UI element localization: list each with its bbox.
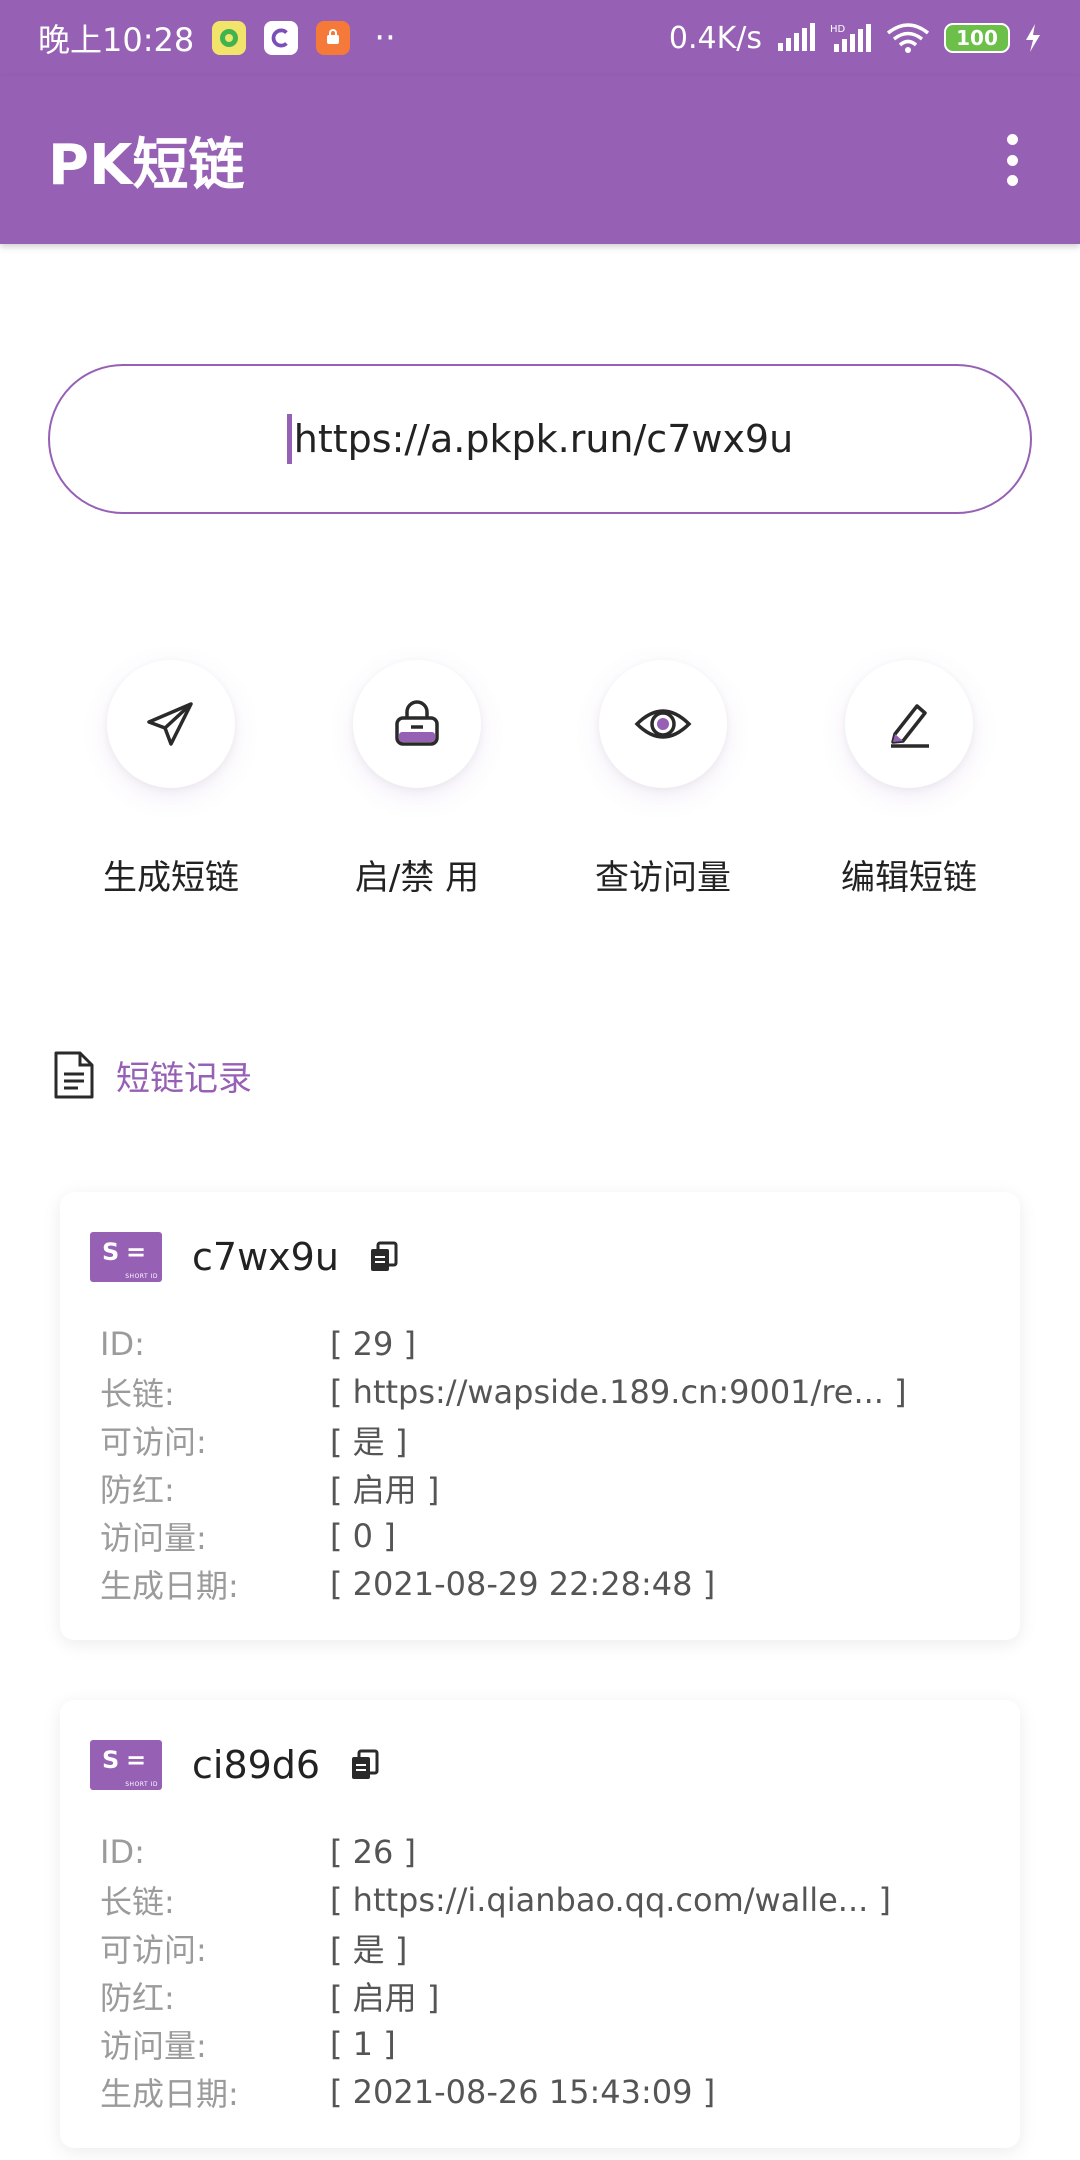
edit-short-link-button[interactable]: 编辑短链 (809, 660, 1009, 899)
more-dot-icon (1006, 175, 1018, 186)
field-label: 访问量: (100, 1519, 207, 1557)
field-row-visits: 访问量: [ 0 ] (100, 1512, 1000, 1560)
view-visits-button[interactable]: 查访问量 (563, 660, 763, 899)
field-label: 防红: (100, 1979, 175, 2017)
short-id-badge-icon: S = SHORT ID (90, 1232, 162, 1282)
url-input[interactable]: https://a.pkpk.run/c7wx9u (48, 364, 1032, 514)
record-card-header: S = SHORT ID c7wx9u (90, 1232, 399, 1282)
battery-indicator: 100 (944, 23, 1010, 53)
pencil-icon (891, 704, 929, 748)
app-notification-icon (212, 21, 247, 55)
field-value: [ 2021-08-29 22:28:48 ] (330, 1565, 716, 1603)
field-row-created: 生成日期: [ 2021-08-29 22:28:48 ] (100, 1560, 1000, 1608)
short-code: c7wx9u (192, 1235, 339, 1279)
field-label: 可访问: (100, 1931, 207, 1969)
field-row-id: ID: [ 29 ] (100, 1320, 1000, 1368)
field-label: 访问量: (100, 2027, 207, 2065)
field-label: 长链: (100, 1883, 175, 1921)
field-row-id: ID: [ 26 ] (100, 1828, 1000, 1876)
record-card[interactable]: S = SHORT ID c7wx9u ID: [ 29 ] 长链: [ https:/… (60, 1192, 1020, 1640)
field-row-created: 生成日期: [ 2021-08-26 15:43:09 ] (100, 2068, 1000, 2116)
action-label: 查访问量 (595, 858, 731, 898)
more-notifications-icon: ·· (374, 18, 396, 58)
toggle-enable-button[interactable]: 启/禁 用 (317, 660, 517, 899)
field-value: [ 是 ] (330, 1931, 408, 1969)
generate-short-link-button[interactable]: 生成短链 (71, 660, 271, 899)
field-label: 生成日期: (100, 2075, 239, 2113)
action-label: 启/禁 用 (354, 858, 480, 898)
copy-icon[interactable] (350, 1749, 380, 1781)
records-header: 短链记录 (52, 1050, 252, 1100)
short-id-badge-icon: S = SHORT ID (90, 1740, 162, 1790)
network-speed: 0.4K/s (668, 20, 762, 56)
svg-text:HD: HD (830, 24, 846, 35)
short-code: ci89d6 (192, 1743, 321, 1787)
eye-icon (634, 709, 692, 739)
field-value: [ 启用 ] (330, 1979, 440, 2017)
copy-icon[interactable] (369, 1241, 399, 1273)
record-fields: ID: [ 29 ] 长链: [ https://wapside.189.cn:90… (100, 1320, 1000, 1608)
field-value: [ 0 ] (330, 1517, 396, 1555)
record-card-header: S = SHORT ID ci89d6 (90, 1740, 380, 1790)
app-bar: PK短链 (0, 76, 1080, 244)
field-row-accessible: 可访问: [ 是 ] (100, 1924, 1000, 1972)
field-value: [ 26 ] (330, 1833, 417, 1871)
field-row-anti-red: 防红: [ 启用 ] (100, 1464, 1000, 1512)
text-cursor (286, 414, 292, 464)
field-value: [ 是 ] (330, 1423, 408, 1461)
app-notification-icon (264, 21, 299, 55)
field-row-accessible: 可访问: [ 是 ] (100, 1416, 1000, 1464)
more-dot-icon (1006, 134, 1018, 145)
action-label: 编辑短链 (841, 858, 977, 898)
signal-icon (778, 23, 815, 51)
action-row: 生成短链 启/禁 用 查访问量 编辑短链 (0, 660, 1080, 910)
field-row-long-url: 长链: [ https://i.qianbao.qq.com/walle... ] (100, 1876, 1000, 1924)
field-label: 生成日期: (100, 1567, 239, 1605)
url-input-value: https://a.pkpk.run/c7wx9u (293, 417, 794, 461)
signal-hd-icon: HD (830, 24, 871, 52)
field-row-visits: 访问量: [ 1 ] (100, 2020, 1000, 2068)
app-notification-icon (316, 21, 351, 55)
field-row-anti-red: 防红: [ 启用 ] (100, 1972, 1000, 2020)
action-label: 生成短链 (103, 858, 239, 898)
paper-plane-icon (147, 702, 193, 746)
field-label: ID: (100, 1325, 145, 1363)
action-circle (353, 660, 481, 788)
record-card[interactable]: S = SHORT ID ci89d6 ID: [ 26 ] 长链: [ https:/… (60, 1700, 1020, 2148)
field-value: [ https://i.qianbao.qq.com/walle... ] (330, 1881, 891, 1919)
field-value: [ 1 ] (330, 2025, 396, 2063)
field-row-long-url: 长链: [ https://wapside.189.cn:9001/re... ] (100, 1368, 1000, 1416)
status-time: 晚上10:28 (38, 21, 195, 59)
wifi-icon (886, 23, 930, 53)
action-circle (599, 660, 727, 788)
field-label: ID: (100, 1833, 145, 1871)
action-circle (845, 660, 973, 788)
status-bar: 晚上10:28 ·· 0.4K/s HD 100 (0, 0, 1080, 76)
app-title: PK短链 (48, 132, 245, 198)
field-label: 可访问: (100, 1423, 207, 1461)
document-icon (54, 1051, 94, 1099)
records-title: 短链记录 (116, 1058, 252, 1099)
field-value: [ https://wapside.189.cn:9001/re... ] (330, 1373, 907, 1411)
record-fields: ID: [ 26 ] 长链: [ https://i.qianbao.qq.com/… (100, 1828, 1000, 2116)
more-dot-icon (1006, 154, 1018, 166)
field-value: [ 29 ] (330, 1325, 417, 1363)
lock-icon (395, 700, 439, 746)
field-label: 长链: (100, 1375, 175, 1413)
more-options-button[interactable] (992, 130, 1032, 190)
field-value: [ 2021-08-26 15:43:09 ] (330, 2073, 716, 2111)
field-value: [ 启用 ] (330, 1471, 440, 1509)
field-label: 防红: (100, 1471, 175, 1509)
charging-icon (1026, 24, 1040, 52)
action-circle (107, 660, 235, 788)
